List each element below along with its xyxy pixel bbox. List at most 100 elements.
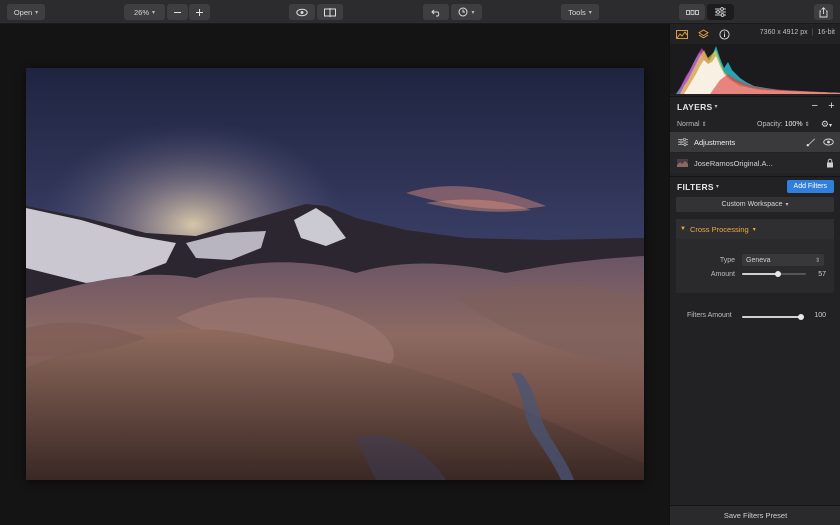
workspace-label: Custom Workspace [721, 201, 783, 208]
info-tab[interactable] [715, 25, 733, 43]
top-toolbar: Open ▾ 26% ▾ ▾ Tools ▾ [0, 0, 840, 24]
workspace-dropdown[interactable]: Custom Workspace ▾ [676, 197, 834, 212]
blend-mode-select[interactable]: Normal ⇕ [677, 121, 707, 128]
undo-icon [430, 9, 439, 16]
histogram-tab[interactable] [673, 25, 691, 43]
type-select[interactable]: Geneva ⇕ [742, 254, 824, 266]
filters-amount-row: Filters Amount 100 [670, 310, 840, 322]
filter-card-cross-processing: ▼ Cross Processing ▾ Type Geneva ⇕ Amoun… [676, 219, 834, 293]
eye-icon[interactable] [823, 138, 834, 146]
chevron-down-icon: ▾ [35, 9, 39, 16]
adjustments-icon [677, 138, 688, 147]
updown-icon: ⇕ [701, 121, 707, 128]
add-filters-button[interactable]: Add Filters [786, 180, 834, 193]
panels-icon [685, 9, 699, 15]
undo-button[interactable] [423, 4, 449, 20]
layout-button[interactable] [679, 4, 705, 20]
image-size: 7360 x 4912 px [759, 29, 808, 36]
zoom-dropdown[interactable]: 26% ▾ [124, 4, 165, 20]
divider: | [811, 29, 814, 36]
share-button[interactable] [814, 4, 833, 20]
collapse-triangle-icon[interactable]: ▼ [680, 226, 686, 232]
image-info: 7360 x 4912 px | 16-bit [760, 29, 835, 36]
filters-amount-label: Filters Amount [687, 312, 732, 319]
zoom-in-button[interactable] [189, 4, 210, 20]
filter-title-bar[interactable]: ▼ Cross Processing ▾ [676, 219, 834, 239]
chevron-down-icon: ▾ [715, 184, 720, 190]
zoom-value: 26% [133, 7, 149, 17]
layer-item-original[interactable]: JoseRamosOriginal.A... [670, 153, 840, 173]
mountain-landscape-image [26, 68, 644, 480]
amount-slider[interactable] [742, 271, 806, 277]
layers-icon [697, 28, 709, 38]
landscape-photo[interactable] [26, 68, 644, 480]
blend-row: Normal ⇕ Opacity: 100% ⇕ ⚙▾ [670, 116, 840, 132]
right-panel: 7360 x 4912 px | 16-bit LAYERS ▾ − + Nor… [669, 24, 840, 525]
chevron-down-icon: ▾ [588, 9, 592, 16]
blend-mode-value: Normal [677, 120, 700, 128]
split-view-icon [324, 7, 336, 17]
layer-controls [826, 158, 834, 168]
updown-icon: ⇕ [804, 121, 810, 128]
tools-dropdown[interactable]: Tools ▾ [561, 4, 599, 20]
info-icon [718, 28, 730, 40]
slider-knob[interactable] [775, 271, 782, 277]
slider-fill [742, 273, 779, 275]
eye-icon [296, 8, 308, 16]
preview-button[interactable] [289, 4, 315, 20]
zoom-out-button[interactable] [167, 4, 188, 20]
chevron-down-icon: ▾ [714, 104, 718, 110]
histogram [670, 44, 840, 94]
add-layer-button[interactable]: + [828, 100, 835, 112]
opacity-label: Opacity: [757, 120, 783, 128]
chevron-down-icon: ▾ [152, 9, 156, 16]
filters-amount-value: 100 [814, 312, 826, 319]
plus-icon [196, 8, 203, 16]
image-thumbnail-icon [677, 159, 688, 168]
layer-actions: − + [812, 100, 835, 112]
compare-button[interactable] [317, 4, 343, 20]
bit-depth: 16-bit [817, 29, 835, 36]
adjustments-panel-button[interactable] [707, 4, 734, 20]
filter-amount-row: Amount 57 [676, 268, 834, 280]
layers-tab[interactable] [694, 25, 712, 43]
slider-fill [742, 316, 801, 318]
history-dropdown[interactable]: ▾ [451, 4, 482, 20]
layer-name: Adjustments [694, 137, 736, 147]
tools-label: Tools [568, 7, 586, 17]
image-canvas[interactable] [0, 24, 669, 525]
amount-value: 57 [818, 270, 826, 278]
filters-header: FILTERS ▾ Add Filters [670, 176, 840, 196]
chevron-down-icon: ▾ [471, 9, 475, 16]
share-icon [819, 6, 828, 17]
open-label: Open [13, 7, 33, 17]
type-value: Geneva [746, 256, 771, 264]
slider-knob[interactable] [798, 314, 804, 320]
minus-icon [174, 11, 181, 13]
remove-layer-button[interactable]: − [812, 100, 819, 112]
chevron-down-icon: ▾ [785, 202, 789, 208]
histogram-graph [676, 46, 840, 94]
open-button[interactable]: Open ▾ [7, 4, 45, 20]
layers-title[interactable]: LAYERS [677, 102, 713, 112]
save-filters-preset-button[interactable]: Save Filters Preset [670, 505, 840, 525]
filters-amount-slider[interactable] [742, 314, 804, 320]
brush-icon[interactable] [806, 137, 816, 147]
amount-label: Amount [710, 270, 735, 278]
opacity-control[interactable]: Opacity: 100% ⇕ [757, 121, 810, 128]
histogram-icon [676, 29, 688, 39]
filters-title[interactable]: FILTERS [677, 182, 714, 192]
sliders-icon [715, 7, 726, 17]
updown-icon: ⇕ [814, 257, 820, 264]
type-label: Type [719, 256, 735, 264]
gear-icon[interactable]: ⚙▾ [821, 119, 832, 130]
lock-icon[interactable] [826, 158, 834, 168]
filter-type-row: Type Geneva ⇕ [676, 254, 834, 266]
clock-icon [458, 7, 468, 17]
layers-header: LAYERS ▾ − + [670, 96, 840, 116]
chevron-down-icon[interactable]: ▾ [753, 226, 756, 233]
opacity-value: 100% [784, 120, 803, 128]
layer-name: JoseRamosOriginal.A... [694, 158, 773, 168]
filter-name: Cross Processing [689, 224, 749, 234]
layer-item-adjustments[interactable]: Adjustments [670, 132, 840, 152]
